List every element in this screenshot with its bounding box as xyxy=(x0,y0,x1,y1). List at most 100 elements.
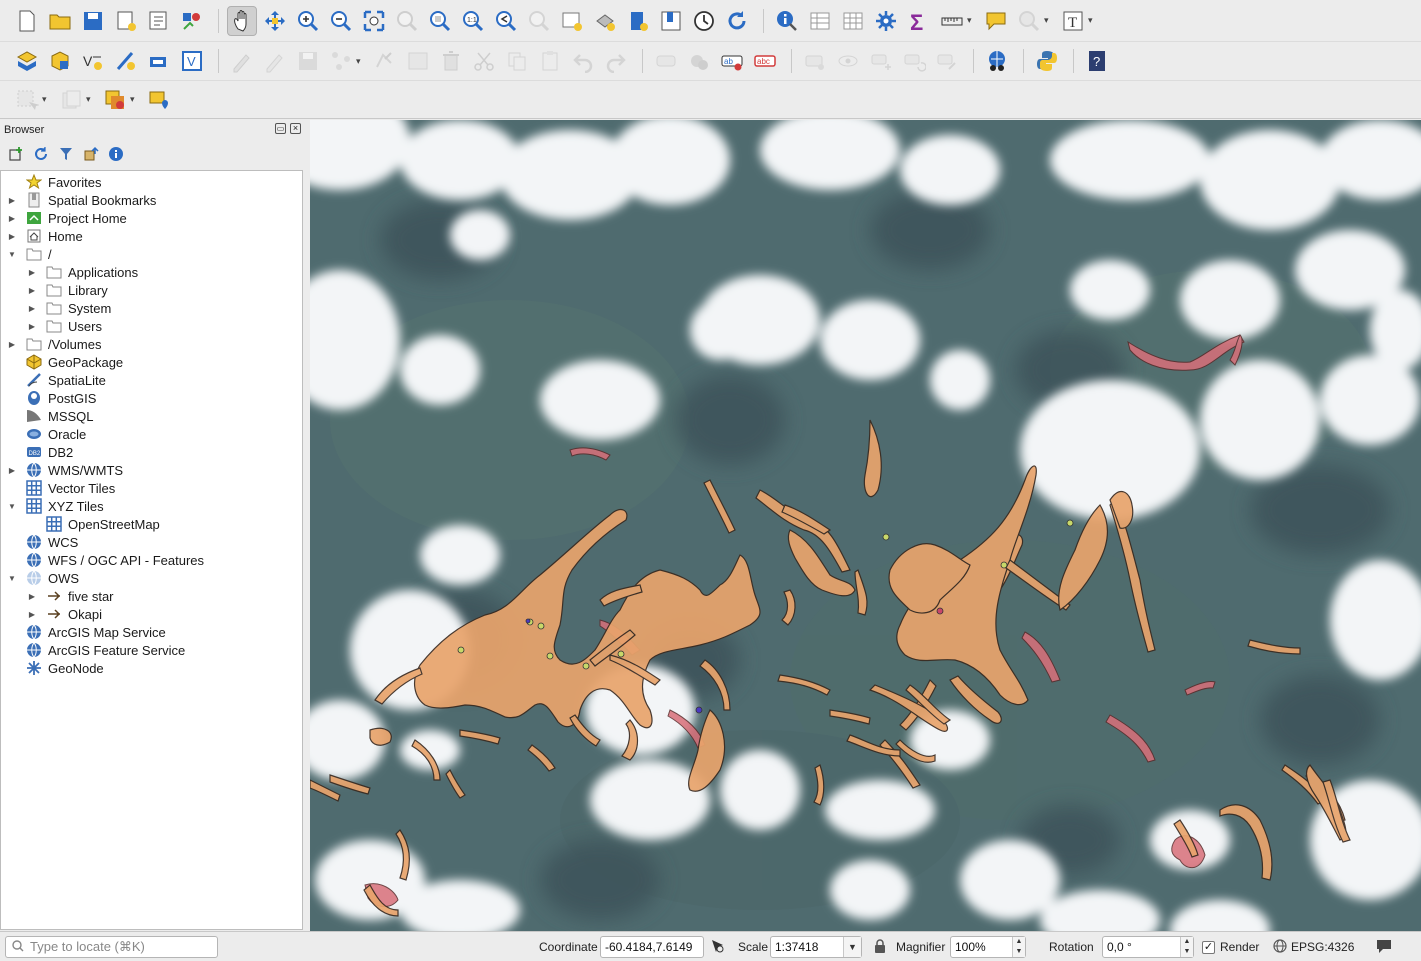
deselect-icon[interactable] xyxy=(56,85,86,115)
current-edits-icon[interactable] xyxy=(227,46,257,76)
save-project-icon[interactable] xyxy=(78,6,108,36)
new-spatialite-layer-icon[interactable] xyxy=(111,46,141,76)
refresh-icon[interactable] xyxy=(31,144,50,163)
delete-selected-icon[interactable] xyxy=(436,46,466,76)
help-icon[interactable]: ? xyxy=(1082,46,1112,76)
show-bookmarks-icon[interactable] xyxy=(656,6,686,36)
browser-item[interactable]: ▶ Users xyxy=(26,317,102,335)
save-edits-icon[interactable] xyxy=(293,46,323,76)
new-geopackage-layer-icon[interactable] xyxy=(45,46,75,76)
redo-icon[interactable] xyxy=(601,46,631,76)
collapsed-arrow-icon[interactable]: ▶ xyxy=(26,610,38,619)
collapsed-arrow-icon[interactable]: ▶ xyxy=(26,592,38,601)
new-virtual-layer-icon[interactable]: V xyxy=(177,46,207,76)
browser-item[interactable]: OpenStreetMap xyxy=(26,515,160,533)
new-map-view-icon[interactable] xyxy=(557,6,587,36)
browser-item[interactable]: DB2 DB2 xyxy=(6,443,73,461)
select-features-icon[interactable] xyxy=(12,85,42,115)
browser-item[interactable]: GeoPackage xyxy=(6,353,123,371)
digitize-icon[interactable] xyxy=(326,46,356,76)
change-label-icon[interactable] xyxy=(932,46,962,76)
python-console-icon[interactable] xyxy=(1032,46,1062,76)
move-label-icon[interactable] xyxy=(866,46,896,76)
processing-toolbox-icon[interactable] xyxy=(871,6,901,36)
browser-item[interactable]: ▶ Home xyxy=(6,227,83,245)
browser-item[interactable]: Vector Tiles xyxy=(6,479,115,497)
new-shapefile-layer-icon[interactable]: V xyxy=(78,46,108,76)
browser-item[interactable]: ▶ /Volumes xyxy=(6,335,102,353)
zoom-out-icon[interactable] xyxy=(326,6,356,36)
browser-item[interactable]: ArcGIS Map Service xyxy=(6,623,166,641)
pan-icon[interactable] xyxy=(227,5,257,36)
collapse-all-icon[interactable] xyxy=(81,144,100,163)
browser-item[interactable]: SpatiaLite xyxy=(6,371,106,389)
browser-item[interactable]: WFS / OGC API - Features xyxy=(6,551,204,569)
chevron-down-icon[interactable]: ▾ xyxy=(42,94,52,105)
text-annotation-icon[interactable]: T xyxy=(1058,6,1088,36)
scale-dropdown-icon[interactable]: ▼ xyxy=(843,937,861,957)
identify-icon[interactable] xyxy=(772,6,802,36)
layer-labeling-icon[interactable]: ab xyxy=(717,46,747,76)
show-hide-labels-icon[interactable] xyxy=(833,46,863,76)
layout-manager-icon[interactable] xyxy=(144,6,174,36)
coordinate-field[interactable]: -60.4184,7.6149 xyxy=(600,936,704,958)
expanded-arrow-icon[interactable]: ▼ xyxy=(6,502,18,511)
properties-info-icon[interactable] xyxy=(106,144,125,163)
browser-item[interactable]: ▼ XYZ Tiles xyxy=(6,497,104,515)
zoom-in-icon[interactable] xyxy=(293,6,323,36)
rotation-field[interactable]: 0,0 ° ▲ ▼ xyxy=(1102,936,1194,958)
browser-item[interactable]: ▶ WMS/WMTS xyxy=(6,461,123,479)
crs-label[interactable]: EPSG:4326 xyxy=(1291,940,1354,954)
browser-item[interactable]: ▶ Spatial Bookmarks xyxy=(6,191,156,209)
measure-icon[interactable] xyxy=(937,6,967,36)
copy-features-icon[interactable] xyxy=(502,46,532,76)
browser-item[interactable]: ▼ OWS xyxy=(6,569,79,587)
chevron-down-icon[interactable]: ▾ xyxy=(1044,15,1054,26)
browser-item[interactable]: ▶ System xyxy=(26,299,111,317)
collapsed-arrow-icon[interactable]: ▶ xyxy=(6,232,18,241)
data-source-manager-icon[interactable] xyxy=(12,46,42,76)
browser-item[interactable]: GeoNode xyxy=(6,659,104,677)
select-by-expression-icon[interactable] xyxy=(100,85,130,115)
layer-labeling-red-icon[interactable]: abc xyxy=(750,46,780,76)
pin-labels-icon[interactable] xyxy=(800,46,830,76)
collapsed-arrow-icon[interactable]: ▶ xyxy=(6,466,18,475)
paste-features-icon[interactable] xyxy=(535,46,565,76)
vertex-tool-icon[interactable] xyxy=(370,46,400,76)
new-temp-scratch-layer-icon[interactable] xyxy=(144,46,174,76)
field-calculator-icon[interactable] xyxy=(838,6,868,36)
collapsed-arrow-icon[interactable]: ▶ xyxy=(26,286,38,295)
magnifier-spinner[interactable]: ▲ ▼ xyxy=(1012,937,1025,957)
zoom-last-icon[interactable] xyxy=(491,6,521,36)
crs-globe-icon[interactable] xyxy=(1273,939,1287,956)
browser-item[interactable]: ▶ Applications xyxy=(26,263,138,281)
chevron-down-icon[interactable]: ▾ xyxy=(86,94,96,105)
label-toolbar-icon[interactable] xyxy=(651,46,681,76)
add-selected-layers-icon[interactable] xyxy=(6,144,25,163)
attribute-table-icon[interactable] xyxy=(805,6,835,36)
browser-item[interactable]: ▼ / xyxy=(6,245,52,263)
new-project-icon[interactable] xyxy=(12,6,42,36)
browser-item[interactable]: PostGIS xyxy=(6,389,96,407)
undo-icon[interactable] xyxy=(568,46,598,76)
collapsed-arrow-icon[interactable]: ▶ xyxy=(6,340,18,349)
map-tips-icon[interactable] xyxy=(981,6,1011,36)
browser-item[interactable]: ▶ five star xyxy=(26,587,114,605)
refresh-icon[interactable] xyxy=(722,6,752,36)
scale-field[interactable]: 1:37418 ▼ xyxy=(770,936,862,958)
float-panel-icon[interactable]: ▭ xyxy=(275,123,286,134)
zoom-to-layer-icon[interactable] xyxy=(425,6,455,36)
pan-to-selection-icon[interactable] xyxy=(260,6,290,36)
select-by-location-icon[interactable] xyxy=(1014,6,1044,36)
locator-search-input[interactable]: Type to locate (⌘K) xyxy=(5,936,218,958)
collapsed-arrow-icon[interactable]: ▶ xyxy=(26,268,38,277)
new-print-layout-icon[interactable] xyxy=(111,6,141,36)
temporal-controller-icon[interactable] xyxy=(689,6,719,36)
browser-item[interactable]: ▶ Library xyxy=(26,281,108,299)
browser-item[interactable]: ArcGIS Feature Service xyxy=(6,641,185,659)
add-feature-icon[interactable] xyxy=(144,85,174,115)
zoom-to-selection-icon[interactable] xyxy=(392,6,422,36)
chevron-down-icon[interactable]: ▾ xyxy=(130,94,140,105)
rotation-spinner[interactable]: ▲ ▼ xyxy=(1180,937,1193,957)
new-bookmark-icon[interactable] xyxy=(623,6,653,36)
